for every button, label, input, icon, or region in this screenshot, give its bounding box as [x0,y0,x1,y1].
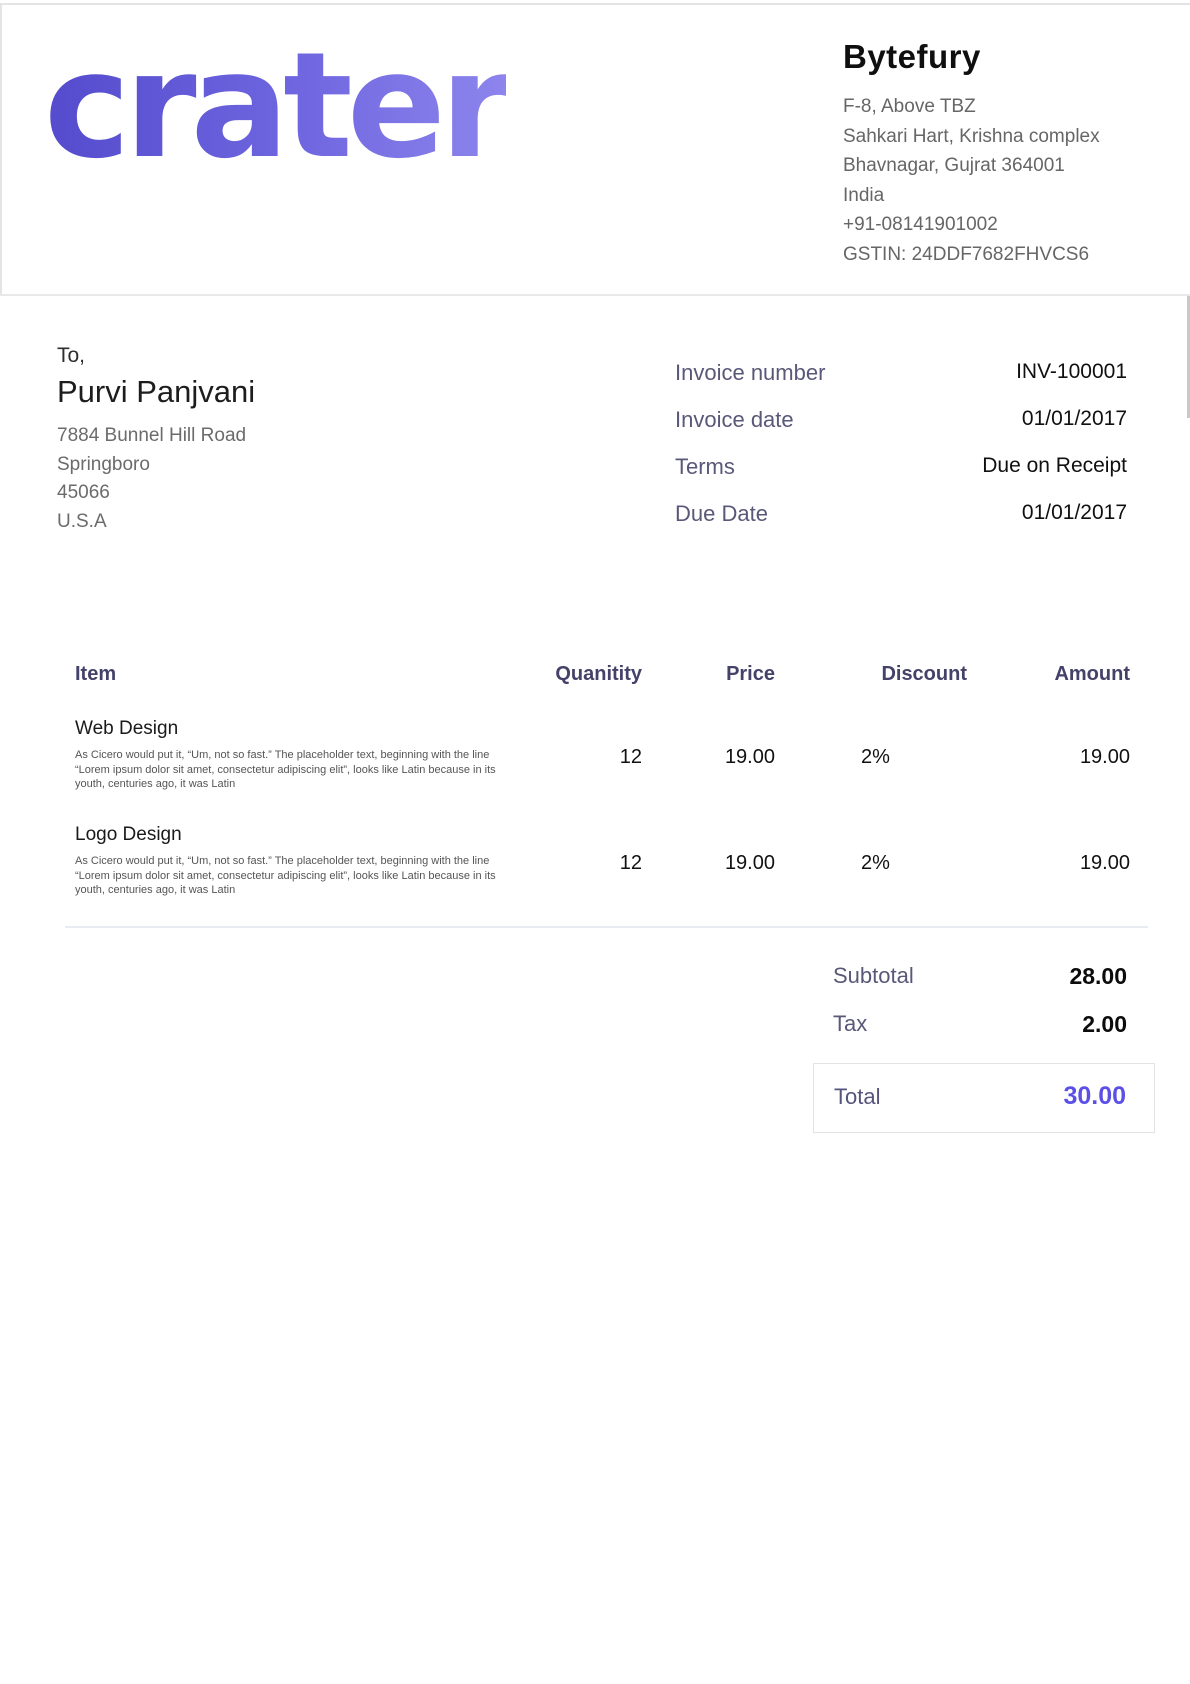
total-box: Total 30.00 [813,1063,1155,1133]
item-amount: 19.00 [930,746,1130,769]
table-bottom-divider [65,926,1148,928]
terms-row: Terms Due on Receipt [675,454,1127,486]
company-address: F-8, Above TBZ Sahkari Hart, Krishna com… [843,92,1100,269]
due-date-row: Due Date 01/01/2017 [675,501,1127,533]
company-block: Bytefury F-8, Above TBZ Sahkari Hart, Kr… [843,38,1100,269]
window-top-border [0,3,1190,5]
customer-address-line: 7884 Bunnel Hill Road [57,422,255,451]
customer-address-line: Springboro [57,451,255,480]
tax-value: 2.00 [1082,1011,1127,1038]
company-address-line: India [843,181,1100,211]
column-header-amount: Amount [930,663,1130,686]
invoice-date-label: Invoice date [675,407,794,433]
tax-label: Tax [833,1011,867,1037]
bill-to-label: To, [57,344,255,368]
item-name: Web Design [75,718,178,740]
item-amount: 19.00 [930,852,1130,875]
crater-logo: crater [44,26,506,187]
company-phone: +91-08141901002 [843,210,1100,240]
terms-label: Terms [675,454,735,480]
subtotal-label: Subtotal [833,963,914,989]
tax-row: Tax 2.00 [813,1011,1155,1043]
item-discount: 2% [861,852,890,875]
invoice-document: crater Bytefury F-8, Above TBZ Sahkari H… [0,0,1190,1684]
due-date-value: 01/01/2017 [1022,501,1127,525]
invoice-date-row: Invoice date 01/01/2017 [675,407,1127,439]
column-header-item: Item [75,663,116,686]
company-address-line: Sahkari Hart, Krishna complex [843,122,1100,152]
due-date-label: Due Date [675,501,768,527]
company-gstin: GSTIN: 24DDF7682FHVCS6 [843,240,1100,270]
company-address-line: F-8, Above TBZ [843,92,1100,122]
bill-to-block: To, Purvi Panjvani 7884 Bunnel Hill Road… [57,344,255,536]
invoice-number-label: Invoice number [675,360,825,386]
company-name: Bytefury [843,38,1100,76]
item-name: Logo Design [75,824,182,846]
total-label: Total [834,1084,880,1110]
item-discount: 2% [861,746,890,769]
invoice-date-value: 01/01/2017 [1022,407,1127,431]
window-left-border [0,3,2,295]
total-value: 30.00 [1063,1082,1126,1111]
subtotal-row: Subtotal 28.00 [813,963,1155,995]
invoice-number-value: INV-100001 [1016,360,1127,384]
column-header-price: Price [575,663,775,686]
header-divider [0,294,1190,296]
invoice-number-row: Invoice number INV-100001 [675,360,1127,392]
subtotal-value: 28.00 [1069,963,1127,990]
customer-address-line: 45066 [57,479,255,508]
customer-name: Purvi Panjvani [57,374,255,410]
terms-value: Due on Receipt [982,454,1127,478]
customer-address-line: U.S.A [57,508,255,537]
customer-address: 7884 Bunnel Hill Road Springboro 45066 U… [57,422,255,536]
item-price: 19.00 [575,852,775,875]
item-price: 19.00 [575,746,775,769]
company-address-line: Bhavnagar, Gujrat 364001 [843,151,1100,181]
